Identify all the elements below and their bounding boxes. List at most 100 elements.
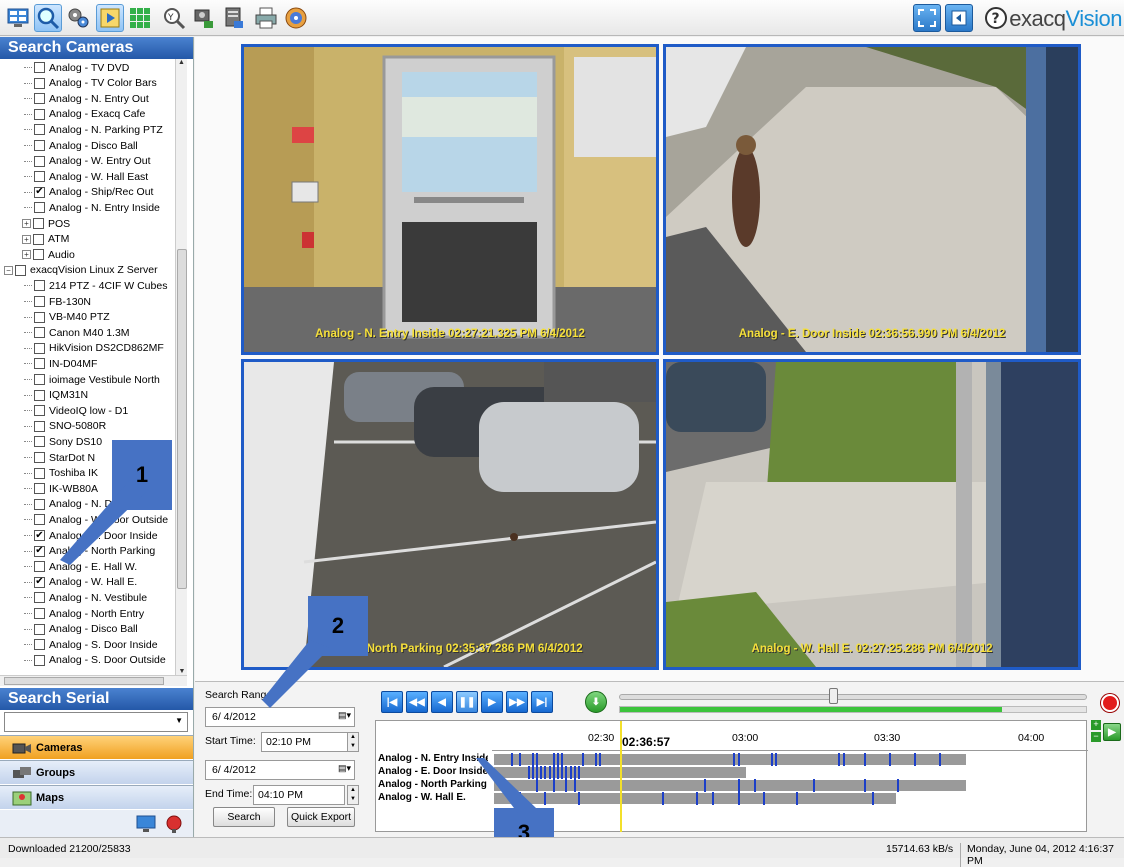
tree-item-checkbox[interactable] <box>34 311 45 323</box>
tree-item[interactable]: VB-M40 PTZ <box>24 310 110 325</box>
search-button[interactable]: Search <box>213 807 275 827</box>
speed-slider[interactable] <box>619 694 1087 700</box>
calendar-dropdown-icon[interactable]: ▤▾ <box>338 763 351 774</box>
tree-item-checkbox[interactable] <box>34 202 45 214</box>
tree-item-checkbox[interactable] <box>34 561 45 573</box>
tree-item[interactable]: Analog - N. Parking PTZ <box>24 122 163 137</box>
go-end-icon[interactable]: ▶| <box>531 691 553 713</box>
fullscreen-icon[interactable] <box>913 4 941 32</box>
end-time-spinner[interactable]: ▲ ▼ <box>347 785 359 805</box>
record-stop-icon[interactable] <box>1101 694 1119 712</box>
tree-item[interactable]: Analog - North Entry <box>24 606 144 621</box>
start-date-field[interactable]: 6/ 4/2012 ▤▾ <box>205 707 355 727</box>
tree-item-checkbox[interactable] <box>34 436 45 448</box>
tree-item[interactable]: Analog - N. Entry Out <box>24 91 149 106</box>
tree-item-checkbox[interactable] <box>34 405 45 417</box>
calendar-dropdown-icon[interactable]: ▤▾ <box>338 710 351 721</box>
download-icon[interactable]: ⬇ <box>585 691 607 713</box>
print-icon[interactable] <box>252 4 280 32</box>
tree-item[interactable]: StarDot N <box>24 450 95 465</box>
search-icon[interactable] <box>34 4 62 32</box>
tree-scrollbar[interactable]: ▲ ▼ <box>175 59 187 675</box>
tree-item-checkbox[interactable] <box>34 62 45 73</box>
tree-item[interactable]: + POS <box>22 216 70 231</box>
tree-item-checkbox[interactable] <box>34 280 45 292</box>
tree-item-checkbox[interactable] <box>34 592 45 604</box>
tree-item[interactable]: 214 PTZ - 4CIF W Cubes <box>24 278 167 293</box>
disc-export-icon[interactable] <box>282 4 310 32</box>
monitor-icon[interactable] <box>136 815 156 836</box>
quick-export-button[interactable]: Quick Export <box>287 807 355 827</box>
tree-item[interactable]: Analog - Disco Ball <box>24 622 138 637</box>
go-start-icon[interactable]: |◀ <box>381 691 403 713</box>
tree-item[interactable]: VideoIQ low - D1 <box>24 403 128 418</box>
tree-item[interactable]: + Audio <box>22 247 75 262</box>
tree-item-checkbox[interactable]: ✔ <box>34 576 45 588</box>
tree-item-checkbox[interactable] <box>34 108 45 120</box>
tree-item-checkbox[interactable] <box>15 264 26 276</box>
tree-item[interactable]: Analog - N. Entry Inside <box>24 200 160 215</box>
step-back-icon[interactable]: ◀ <box>431 691 453 713</box>
tree-item-checkbox[interactable] <box>33 218 44 229</box>
timeline-forward-icon[interactable]: ▶ <box>1103 723 1121 741</box>
video-tile-4[interactable]: Analog - W. Hall E. 02:27:25.286 PM 6/4/… <box>663 359 1081 670</box>
tree-item[interactable]: − exacqVision Linux Z Server <box>4 263 158 278</box>
tree-item-checkbox[interactable] <box>34 639 45 651</box>
end-time-field[interactable]: 04:10 PM <box>253 785 345 805</box>
fast-forward-icon[interactable]: ▶▶ <box>506 691 528 713</box>
tree-item[interactable]: Canon M40 1.3M <box>24 325 130 340</box>
camera-add-icon[interactable] <box>190 4 218 32</box>
nav-cameras[interactable]: Cameras <box>0 735 193 759</box>
tree-expand-icon[interactable]: + <box>22 234 31 244</box>
video-tile-3[interactable]: Analog - North Parking 02:35:37.286 PM 6… <box>241 359 659 670</box>
tree-item[interactable]: FB-130N <box>24 294 91 309</box>
tree-item[interactable]: Analog - W. Entry Out <box>24 154 151 169</box>
tree-item-checkbox[interactable] <box>34 498 45 510</box>
video-tile-1[interactable]: Analog - N. Entry Inside 02:27:21.325 PM… <box>241 44 659 355</box>
end-date-field[interactable]: 6/ 4/2012 ▤▾ <box>205 760 355 780</box>
config-gears-icon[interactable] <box>64 4 92 32</box>
tree-item[interactable]: + ATM <box>22 232 69 247</box>
tree-item[interactable]: Analog - S. Door Inside <box>24 637 158 652</box>
tree-item-checkbox[interactable] <box>33 233 44 245</box>
tree-item[interactable]: Analog - TV DVD <box>24 60 129 75</box>
video-tile-2[interactable]: Analog - E. Door Inside 02:36:56.990 PM … <box>663 44 1081 355</box>
tree-item[interactable]: Analog - TV Color Bars <box>24 76 157 91</box>
speed-slider-thumb[interactable] <box>829 688 838 704</box>
tree-item-checkbox[interactable] <box>34 155 45 167</box>
tree-item[interactable]: Sony DS10 <box>24 434 102 449</box>
tree-item-checkbox[interactable] <box>34 514 45 526</box>
tree-item-checkbox[interactable] <box>34 358 45 370</box>
tree-item[interactable]: IQM31N <box>24 388 88 403</box>
tree-item[interactable]: Analog - Disco Ball <box>24 138 138 153</box>
timeline-zoom-right-icon[interactable]: + − <box>1091 720 1101 742</box>
alarm-icon[interactable] <box>164 814 184 837</box>
grid-layout-icon[interactable] <box>126 4 154 32</box>
tree-item-checkbox[interactable] <box>33 249 44 261</box>
tree-item-checkbox[interactable] <box>34 420 45 432</box>
back-panel-icon[interactable] <box>945 4 973 32</box>
tree-expand-icon[interactable]: − <box>4 265 13 275</box>
tree-item[interactable]: Analog - S. Door Outside <box>24 653 166 668</box>
zoom-search-icon[interactable]: Y <box>160 4 188 32</box>
nav-groups[interactable]: Groups <box>0 760 193 784</box>
serial-select[interactable]: ▼ <box>4 712 188 732</box>
start-time-field[interactable]: 02:10 PM <box>261 732 353 752</box>
tree-item[interactable]: Analog - N. Vestibule <box>24 590 147 605</box>
tree-item[interactable]: Analog - W. Hall East <box>24 169 148 184</box>
tree-item-checkbox[interactable] <box>34 608 45 619</box>
tree-item-checkbox[interactable] <box>34 623 45 635</box>
tree-item-checkbox[interactable] <box>34 467 45 479</box>
tree-expand-icon[interactable]: + <box>22 250 31 260</box>
timeline-cursor[interactable] <box>620 721 622 832</box>
tree-item-checkbox[interactable] <box>34 140 45 151</box>
fast-rewind-icon[interactable]: ◀◀ <box>406 691 428 713</box>
tree-item-checkbox[interactable] <box>34 327 45 339</box>
tree-item-checkbox[interactable] <box>34 452 45 463</box>
tree-item-checkbox[interactable]: ✔ <box>34 545 45 557</box>
nav-maps[interactable]: Maps <box>0 785 193 809</box>
tree-item[interactable]: ioimage Vestibule North <box>24 372 160 387</box>
tree-hscrollbar[interactable] <box>0 675 187 686</box>
tree-item-checkbox[interactable] <box>34 296 45 307</box>
tree-item-checkbox[interactable] <box>34 483 45 495</box>
